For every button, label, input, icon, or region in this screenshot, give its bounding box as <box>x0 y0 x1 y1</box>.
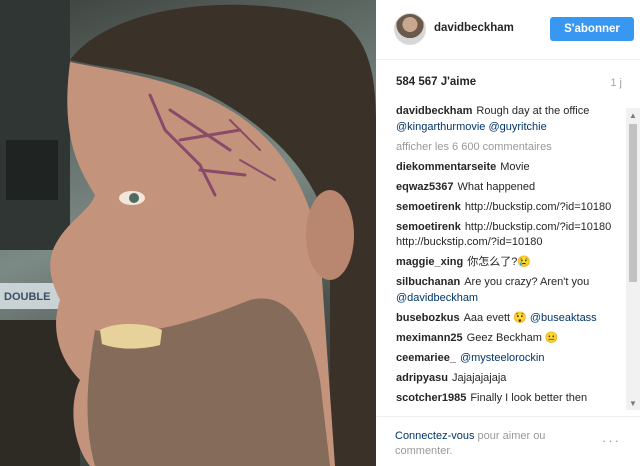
comment-item: silbuchanan Are you crazy? Aren't you @da… <box>396 275 624 306</box>
comment-text: Jajajajajaja <box>451 371 507 384</box>
comment-username[interactable]: eqwaz5367 <box>396 181 453 193</box>
post-side-panel: davidbeckham S'abonner 584 567 J'aime 1 … <box>376 0 640 466</box>
comment-text: What happened <box>457 180 536 193</box>
comment-item: maggie_xing 你怎么了?😢 <box>396 255 624 271</box>
likes-row: 584 567 J'aime 1 j <box>396 76 622 92</box>
background-dark-panel <box>6 140 58 200</box>
caption-mentions[interactable]: @kingarthurmovie @guyritchie <box>396 121 547 133</box>
post-footer: Connectez-vous pour aimer ou commenter. … <box>376 416 640 466</box>
scrollbar-thumb[interactable] <box>629 124 637 282</box>
likes-count[interactable]: 584 567 J'aime <box>396 76 476 88</box>
comment-item: ceemariee_ @mysteelorockin <box>396 351 624 367</box>
scroll-down-arrow-icon[interactable]: ▼ <box>626 396 640 410</box>
comment-mention[interactable]: @buseaktass <box>530 312 597 324</box>
comment-mention[interactable]: @davidbeckham <box>396 292 478 304</box>
caption-text: Rough day at the office <box>476 105 590 117</box>
photo-illustration: DOUBLE <box>0 0 376 466</box>
post-photo[interactable]: DOUBLE <box>0 0 376 466</box>
username-link[interactable]: davidbeckham <box>434 22 514 34</box>
comment-text: Geez Beckham 😐 <box>466 331 559 344</box>
comment-username[interactable]: adripyasu <box>396 372 448 384</box>
comment-item: semoetirenk http://buckstip.com/?id=10180 <box>396 200 624 216</box>
comment-username[interactable]: busebozkus <box>396 312 460 324</box>
comment-text: Aaa evett 😲 <box>463 311 527 324</box>
comment-item: meximann25 Geez Beckham 😐 <box>396 331 624 347</box>
comment-text: 你怎么了?😢 <box>467 256 532 268</box>
comment-username[interactable]: semoetirenk <box>396 221 461 233</box>
comment-item: scotcher1985 Finally I look better then <box>396 391 624 407</box>
comment-username[interactable]: semoetirenk <box>396 201 461 213</box>
comment-text: Are you crazy? Aren't you <box>464 276 590 288</box>
login-link[interactable]: Connectez-vous <box>395 430 475 442</box>
login-prompt: Connectez-vous pour aimer ou commenter. <box>395 429 585 459</box>
avatar[interactable] <box>394 13 426 45</box>
svg-text:DOUBLE: DOUBLE <box>4 291 50 303</box>
comment-username[interactable]: meximann25 <box>396 332 463 344</box>
comment-username[interactable]: davidbeckham <box>396 105 472 117</box>
comment-item: semoetirenk http://buckstip.com/?id=10180… <box>396 220 624 251</box>
comment-text: Movie <box>500 160 530 173</box>
comment-username[interactable]: silbuchanan <box>396 276 460 288</box>
comment-text: http://buckstip.com/?id=10180 <box>464 200 612 213</box>
comments-scrollbar[interactable]: ▲ ▼ <box>626 108 640 410</box>
post-age[interactable]: 1 j <box>610 77 622 89</box>
comment-username[interactable]: maggie_xing <box>396 256 463 268</box>
comment-item: diekommentarseite Movie <box>396 160 624 176</box>
comment-text: Finally I look better then <box>470 391 588 404</box>
comment-mention[interactable]: @mysteelorockin <box>460 352 545 364</box>
caption: davidbeckham Rough day at the office @kin… <box>396 104 624 135</box>
more-options-icon[interactable]: ··· <box>602 433 621 448</box>
background-window <box>0 0 70 250</box>
scroll-up-arrow-icon[interactable]: ▲ <box>626 108 640 122</box>
teeth-shape <box>100 324 162 349</box>
comment-item: adripyasu Jajajajajaja <box>396 371 624 387</box>
comment-username[interactable]: diekommentarseite <box>396 161 496 173</box>
comments-list[interactable]: davidbeckham Rough day at the office @kin… <box>396 104 624 416</box>
comment-username[interactable]: scotcher1985 <box>396 392 466 404</box>
follow-button[interactable]: S'abonner <box>550 17 634 41</box>
comment-item: eqwaz5367 What happened <box>396 180 624 196</box>
comment-username[interactable]: ceemariee_ <box>396 352 456 364</box>
ear-shape <box>306 190 354 280</box>
view-all-comments-link[interactable]: afficher les 6 600 commentaires <box>396 140 624 156</box>
post-header: davidbeckham S'abonner <box>376 0 640 60</box>
comment-item: busebozkus Aaa evett 😲 @buseaktass <box>396 311 624 327</box>
